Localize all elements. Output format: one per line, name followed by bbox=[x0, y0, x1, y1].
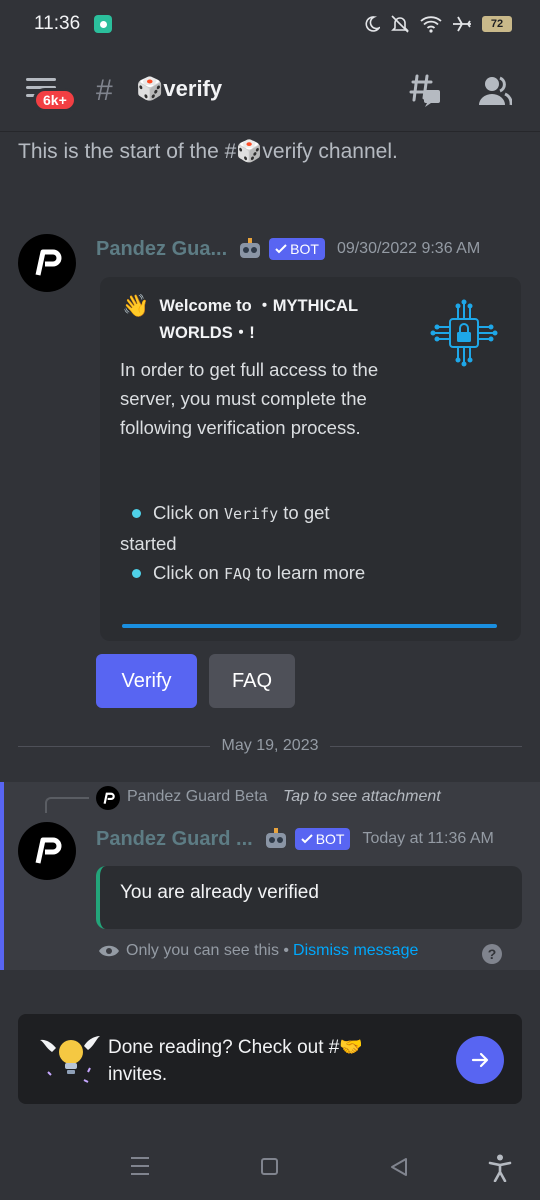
bot-avatar[interactable] bbox=[18, 822, 76, 880]
recent-apps-icon[interactable] bbox=[131, 1157, 149, 1177]
divider-line bbox=[18, 745, 210, 747]
go-to-channel-button[interactable] bbox=[456, 1036, 504, 1084]
wifi-icon bbox=[420, 16, 442, 33]
bot-tag-label: BOT bbox=[290, 241, 319, 257]
channel-title[interactable]: 🎲verify bbox=[136, 76, 222, 102]
notice-text: Done reading? Check out #🤝 invites. bbox=[108, 1034, 408, 1088]
status-icons: 72 bbox=[364, 14, 512, 34]
timestamp: Today at 11:36 AM bbox=[362, 830, 494, 847]
list-item: Click on Verify to get started bbox=[120, 498, 390, 558]
winged-lightbulb-icon bbox=[40, 1036, 100, 1083]
accessibility-icon[interactable] bbox=[488, 1154, 512, 1182]
embed-accent-bar bbox=[122, 624, 497, 628]
bot-tag: BOT bbox=[269, 238, 325, 260]
only-you-text: Only you can see this • bbox=[126, 942, 290, 959]
divider-date: May 19, 2023 bbox=[221, 737, 319, 754]
embed-author: 👋 Welcome to ・MYTHICAL WORLDS・! bbox=[122, 293, 389, 347]
app-notification-icon bbox=[94, 15, 113, 33]
author-name[interactable]: Pandez Guard ... bbox=[96, 828, 253, 851]
check-icon bbox=[275, 244, 287, 254]
author-name[interactable]: Pandez Gua... bbox=[96, 238, 227, 261]
hash-icon: # bbox=[96, 74, 113, 107]
pandez-logo-icon bbox=[103, 792, 115, 804]
unread-badge: 6k+ bbox=[33, 88, 77, 112]
list-item: Click on FAQ to learn more bbox=[120, 558, 390, 589]
system-navigation-bar bbox=[0, 1140, 540, 1200]
circuit-lock-icon bbox=[430, 299, 498, 367]
channel-name: verify bbox=[163, 76, 223, 101]
pandez-logo-icon bbox=[35, 837, 62, 864]
reply-avatar bbox=[96, 786, 120, 810]
bot-avatar[interactable] bbox=[18, 234, 76, 292]
status-bar: 11:36 72 bbox=[0, 0, 540, 48]
reply-attachment-link[interactable]: Tap to see attachment bbox=[283, 788, 441, 806]
eye-icon bbox=[99, 945, 119, 957]
embed-bullet-list: Click on Verify to get started Click on … bbox=[120, 498, 390, 589]
bullet-icon bbox=[132, 568, 141, 578]
dice-emoji: 🎲 bbox=[136, 76, 164, 101]
bullet-text: Click on bbox=[153, 562, 224, 583]
embed-description: In order to get full access to the serve… bbox=[120, 359, 379, 438]
dismiss-message-link[interactable]: Dismiss message bbox=[293, 942, 418, 960]
bot-tag-label: BOT bbox=[315, 831, 345, 847]
inline-code: Verify bbox=[223, 505, 279, 523]
embed-text: You are already verified bbox=[120, 882, 319, 903]
mute-icon bbox=[391, 15, 409, 33]
next-channel-prompt[interactable]: Done reading? Check out #🤝 invites. bbox=[18, 1014, 522, 1104]
robot-icon bbox=[240, 238, 261, 258]
date-divider: May 19, 2023 bbox=[18, 734, 523, 758]
welcome-embed: 👋 Welcome to ・MYTHICAL WORLDS・! In order… bbox=[100, 277, 521, 641]
faq-button[interactable]: FAQ bbox=[209, 654, 295, 708]
ephemeral-notice: Only you can see this • Dismiss message bbox=[98, 942, 418, 960]
status-time: 11:36 bbox=[34, 13, 81, 34]
verified-embed: You are already verified bbox=[96, 866, 522, 929]
reply-author: Pandez Guard Beta bbox=[127, 788, 268, 805]
robot-icon bbox=[265, 828, 286, 848]
wave-emoji: 👋 bbox=[122, 293, 150, 318]
home-icon[interactable] bbox=[261, 1158, 278, 1175]
check-icon bbox=[300, 834, 313, 844]
airplane-icon bbox=[453, 16, 471, 32]
notice-text-end: invites. bbox=[108, 1064, 168, 1085]
bullet-text: to learn more bbox=[251, 562, 366, 583]
reply-connector bbox=[45, 797, 89, 813]
bullet-text: Click on bbox=[153, 502, 224, 523]
back-icon[interactable] bbox=[389, 1157, 409, 1177]
inline-code: FAQ bbox=[223, 565, 252, 583]
channel-start-text: This is the start of the #🎲verify channe… bbox=[18, 140, 398, 163]
threads-icon[interactable] bbox=[406, 74, 442, 108]
channel-header: 6k+ # 🎲verify bbox=[0, 48, 540, 132]
embed-title: Welcome to ・MYTHICAL WORLDS・! bbox=[159, 297, 358, 342]
bullet-icon bbox=[132, 508, 141, 518]
moon-icon bbox=[365, 16, 380, 32]
divider-line bbox=[330, 745, 523, 747]
handshake-emoji: 🤝 bbox=[339, 1037, 363, 1058]
message-header: Pandez Guard ... BOT Today at 11:36 AM bbox=[96, 826, 494, 852]
notice-text-start: Done reading? Check out # bbox=[108, 1037, 340, 1058]
battery-icon: 72 bbox=[482, 16, 512, 32]
message-header: Pandez Gua... BOT 09/30/2022 9:36 AM bbox=[96, 236, 480, 262]
timestamp: 09/30/2022 9:36 AM bbox=[336, 240, 481, 257]
help-icon[interactable]: ? bbox=[482, 944, 502, 964]
verify-button[interactable]: Verify bbox=[96, 654, 197, 708]
members-icon[interactable] bbox=[478, 76, 512, 106]
bot-tag: BOT bbox=[294, 828, 351, 850]
arrow-right-icon bbox=[471, 1052, 489, 1068]
pandez-logo-icon bbox=[35, 249, 62, 276]
